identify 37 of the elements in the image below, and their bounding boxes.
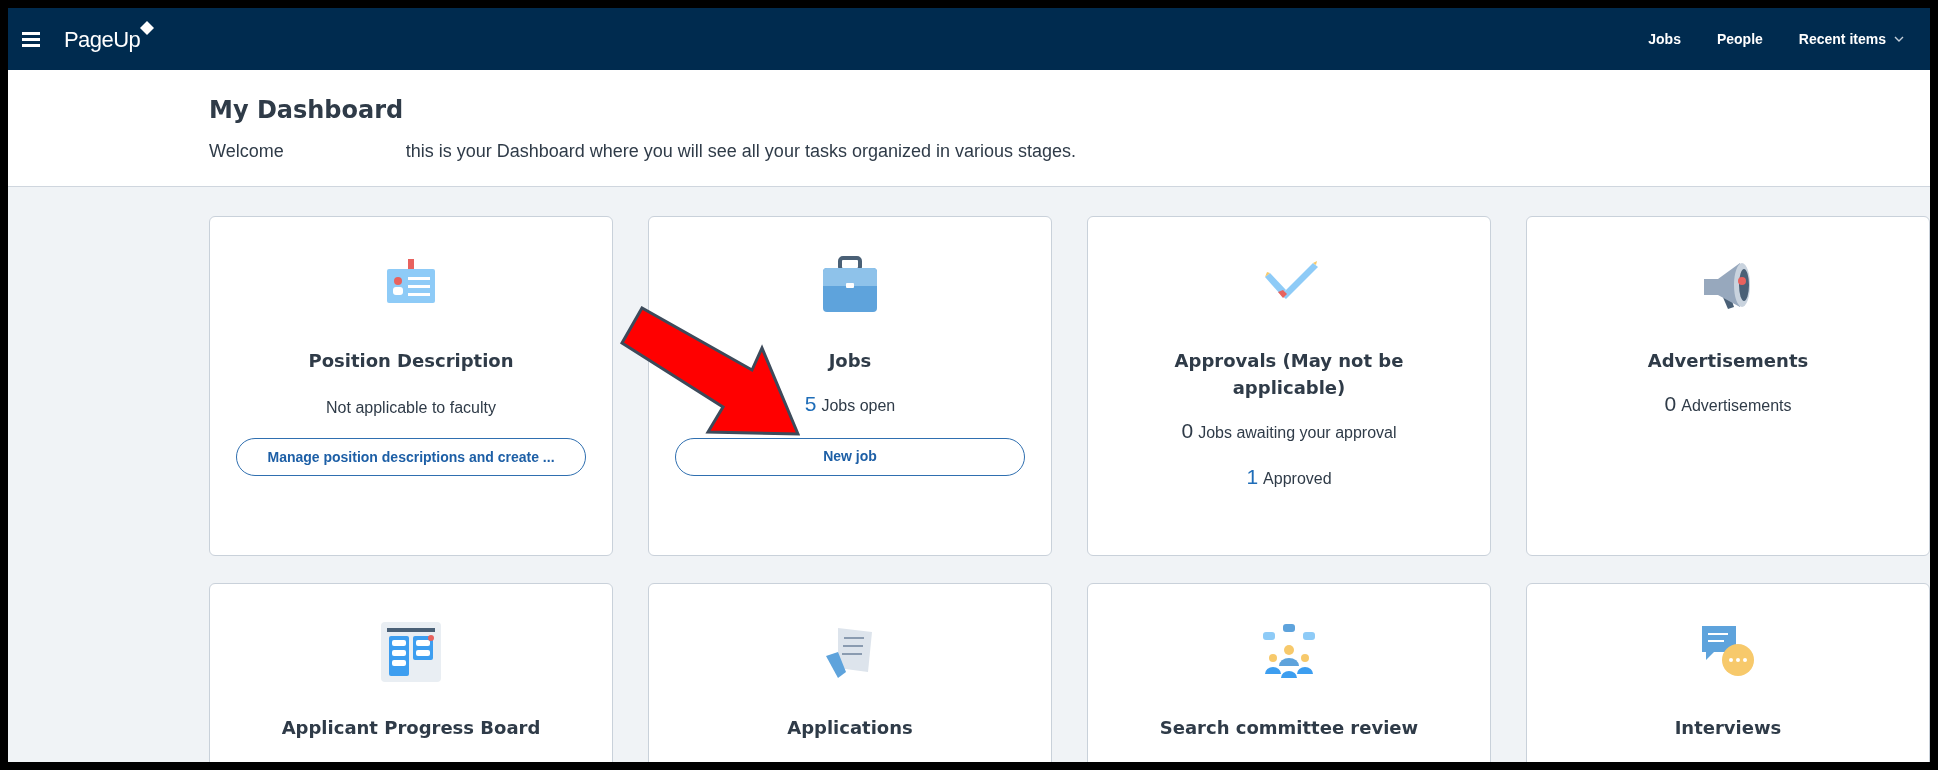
dashboard-card[interactable]: Approvals (May not be applicable) 0 Jobs awaiting your approval 1 Approved: [1087, 216, 1491, 556]
stat-label: Jobs awaiting your approval: [1198, 423, 1397, 443]
card-title: Approvals (May not be applicable): [1173, 349, 1405, 400]
welcome-message: this is your Dashboard where you will see all your tasks organized in various stages.: [405, 140, 1077, 163]
dashboard-card[interactable]: Interviews: [1526, 583, 1930, 762]
card-note: Not applicable to faculty: [326, 398, 496, 418]
nav-link[interactable]: People: [1716, 28, 1763, 50]
card-title: Advertisements: [1647, 349, 1809, 373]
dashboard-card[interactable]: Jobs 5 Jobs open New job: [648, 216, 1052, 556]
card-title: Applicant Progress Board: [281, 716, 541, 740]
stat-count: 1: [1246, 463, 1259, 490]
diamond-icon: [140, 20, 155, 35]
stat-count: 0: [1181, 418, 1194, 444]
stat-label: Approved: [1263, 468, 1332, 489]
page-title: My Dashboard: [209, 95, 405, 126]
dashboard-card[interactable]: Applicant Progress Board: [209, 583, 613, 762]
chevron-icon: [1894, 36, 1904, 42]
dashboard-card[interactable]: Applications: [648, 583, 1052, 762]
stat-label: Jobs open: [821, 396, 896, 416]
logo[interactable]: PageUp: [64, 22, 141, 56]
nav-link[interactable]: Recent items: [1798, 28, 1904, 50]
board-icon: [381, 622, 441, 682]
nav-link[interactable]: Jobs: [1648, 28, 1681, 50]
card-title: Interviews: [1674, 716, 1782, 740]
briefcase-icon: [820, 255, 880, 315]
card-title: Applications: [787, 716, 913, 740]
stat-count: 5: [804, 391, 817, 417]
menu-icon[interactable]: [22, 31, 40, 47]
card-title: Position Description: [308, 349, 514, 373]
dashboard-card[interactable]: Advertisements 0 Advertisements: [1526, 216, 1930, 556]
dashboard-card[interactable]: Search committee review: [1087, 583, 1491, 762]
welcome-text: Welcome: [209, 140, 284, 163]
card-title: Search committee review: [1159, 716, 1419, 740]
dashboard-card[interactable]: Position Description Not applicable to faculty Manage position descriptions and create ...: [209, 216, 613, 556]
stat-count: 0: [1664, 391, 1677, 417]
stat-label: Advertisements: [1681, 396, 1792, 416]
card-title: Jobs: [828, 349, 872, 373]
